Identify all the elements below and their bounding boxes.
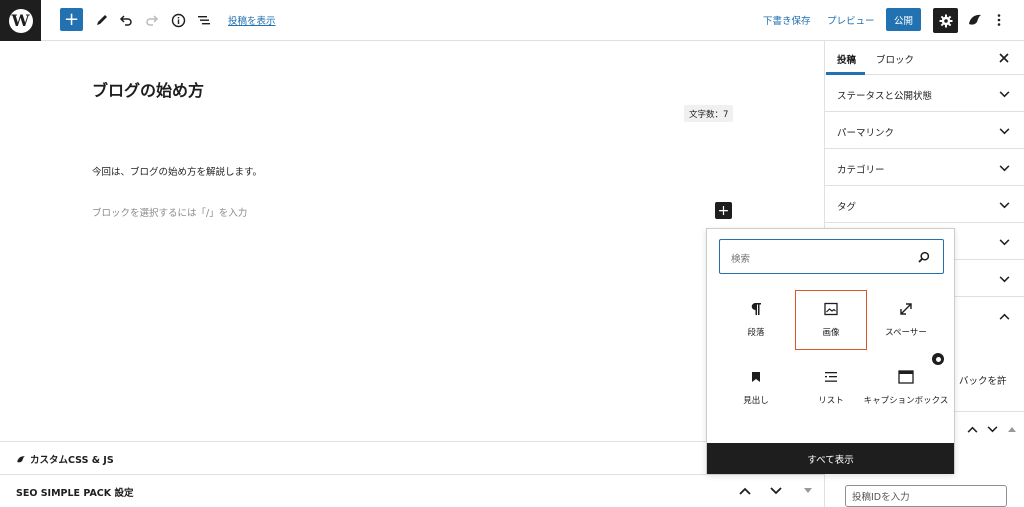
chevron-down-icon [997, 235, 1011, 249]
block-label: スペーサー [885, 328, 927, 338]
chevron-down-icon [997, 87, 1011, 101]
tab-post[interactable]: 投稿 [837, 52, 856, 66]
top-toolbar: W + 投稿を表示 下書き保存 プレビュー 公開 [0, 0, 1024, 41]
metabox-title-text: カスタムCSS & JS [30, 455, 114, 466]
paragraph-icon [746, 299, 766, 319]
panel-permalink[interactable]: パーマリンク [825, 112, 1024, 149]
block-label: 見出し [743, 396, 769, 406]
discussion-option-text: バックを許 [959, 376, 1007, 387]
block-inserter-button[interactable]: + [60, 8, 83, 31]
block-paragraph[interactable]: 段落 [720, 291, 792, 351]
metabox-seo-simple-pack[interactable]: SEO SIMPLE PACK 設定 [0, 474, 824, 507]
search-icon [917, 250, 931, 264]
post-id-input[interactable]: 投稿IDを入力 [845, 485, 1007, 507]
bookmark-icon [746, 367, 766, 387]
wordpress-logo-icon: W [8, 8, 33, 33]
block-label: キャプションボックス [863, 396, 949, 406]
chevron-down-icon[interactable] [769, 484, 783, 498]
block-inserter-popover: 検索 段落 画像 スペーサー 見出し リスト キャプションボックス すべて表示 [706, 228, 955, 474]
list-view-icon[interactable] [194, 10, 214, 30]
publish-button[interactable]: 公開 [886, 8, 921, 31]
pencil-icon[interactable] [92, 10, 112, 30]
chevron-down-icon [997, 198, 1011, 212]
block-list[interactable]: リスト [795, 359, 867, 431]
panel-label: タグ [837, 202, 857, 213]
sidebar-tabs: 投稿 ブロック [825, 41, 1024, 75]
word-count-badge: 文字数：7 [684, 105, 734, 122]
panel-label: パーマリンク [837, 128, 895, 139]
paragraph-block[interactable]: 今回は、ブログの始め方を解説します。 [92, 164, 262, 178]
undo-icon[interactable] [116, 10, 136, 30]
block-label: リスト [818, 396, 844, 406]
empty-block-placeholder[interactable]: ブロックを選択するには「/」を入力 [92, 205, 247, 219]
toggle-arrow-icon[interactable] [801, 484, 815, 498]
panel-status-visibility[interactable]: ステータスと公開状態 [825, 75, 1024, 112]
editor-canvas: ブログの始め方 文字数：7 今回は、ブログの始め方を解説します。 ブロックを選択… [0, 41, 824, 441]
plugin-leaf-icon[interactable] [965, 10, 985, 30]
metabox-title: SEO SIMPLE PACK 設定 [16, 488, 134, 499]
leaf-icon [17, 455, 25, 462]
panel-categories[interactable]: カテゴリー [825, 149, 1024, 186]
panel-label: カテゴリー [837, 165, 885, 176]
editor-screen: W + 投稿を表示 下書き保存 プレビュー 公開 ブログの始め方 文字数：7 今… [0, 0, 1024, 507]
chevron-down-icon [997, 161, 1011, 175]
metabox-custom-css-js[interactable]: カスタムCSS & JS [0, 441, 824, 474]
chevron-down-icon[interactable] [985, 422, 999, 436]
gear-icon [939, 14, 952, 27]
more-options-icon[interactable] [993, 11, 1005, 29]
panel-tags[interactable]: タグ [825, 186, 1024, 223]
chevron-up-icon[interactable] [738, 484, 752, 498]
view-post-link[interactable]: 投稿を表示 [228, 13, 276, 27]
metabox-title: カスタムCSS & JS [16, 452, 114, 466]
panel-label: ステータスと公開状態 [837, 91, 933, 102]
block-label: 画像 [822, 328, 840, 338]
inline-inserter-button[interactable]: + [715, 202, 732, 219]
settings-button[interactable] [933, 8, 958, 33]
post-title[interactable]: ブログの始め方 [92, 77, 204, 101]
image-icon [821, 299, 841, 319]
close-icon[interactable] [997, 51, 1011, 65]
block-search-input[interactable]: 検索 [719, 239, 944, 274]
tab-block[interactable]: ブロック [876, 52, 914, 66]
block-spacer[interactable]: スペーサー [870, 291, 942, 351]
block-label: 段落 [747, 328, 765, 338]
search-placeholder: 検索 [731, 254, 751, 265]
block-image[interactable]: 画像 [795, 290, 867, 350]
caption-box-icon [896, 367, 916, 387]
chevron-up-icon [997, 309, 1011, 323]
info-icon[interactable] [168, 10, 188, 30]
chevron-down-icon [997, 272, 1011, 286]
chevron-up-icon[interactable] [965, 422, 979, 436]
redo-icon[interactable] [142, 10, 162, 30]
block-heading[interactable]: 見出し [720, 359, 792, 431]
save-draft-button[interactable]: 下書き保存 [763, 13, 811, 27]
chevron-down-icon [997, 124, 1011, 138]
wordpress-logo[interactable]: W [0, 0, 41, 41]
spacer-icon [896, 299, 916, 319]
show-all-button[interactable]: すべて表示 [707, 443, 954, 474]
block-caption-box[interactable]: キャプションボックス [864, 359, 948, 431]
toggle-arrow-icon[interactable] [1005, 422, 1019, 436]
list-icon [821, 367, 841, 387]
preview-button[interactable]: プレビュー [827, 13, 875, 27]
